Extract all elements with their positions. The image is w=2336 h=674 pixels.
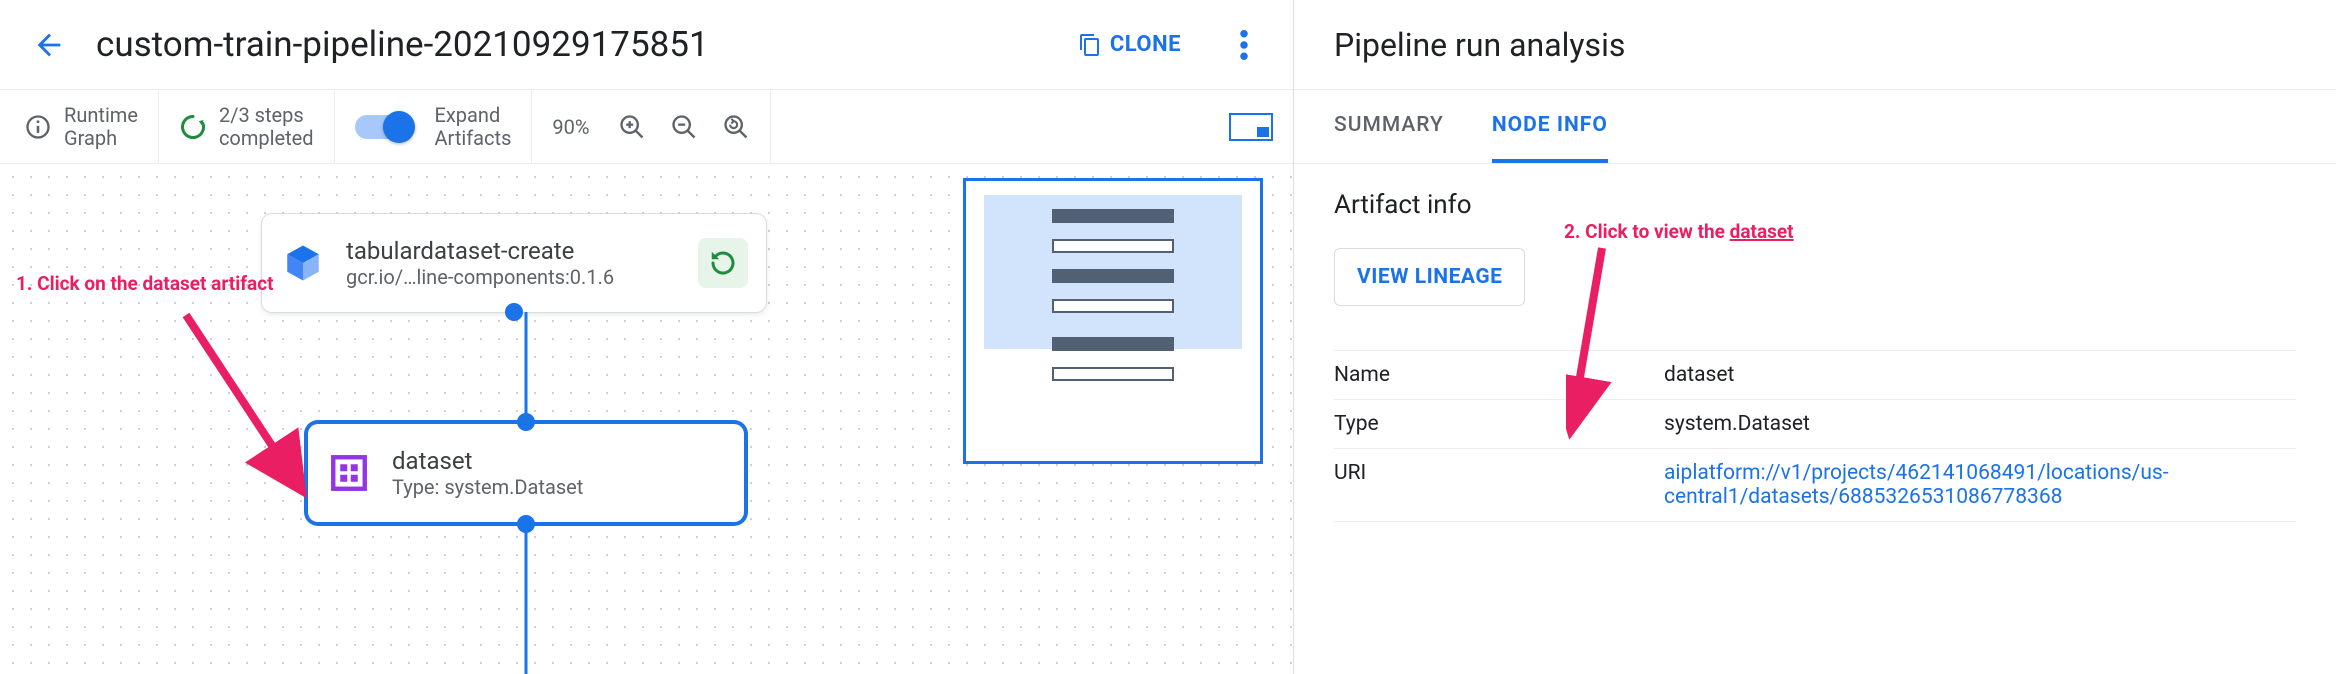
node-dataset-artifact[interactable]: dataset Type: system.Dataset	[308, 424, 744, 522]
minimap[interactable]	[963, 178, 1263, 464]
zoom-level: 90%	[552, 115, 589, 139]
table-row: Name dataset	[1334, 351, 2296, 400]
node-subtitle: gcr.io/…line-components:0.1.6	[346, 265, 614, 289]
minimap-node	[1052, 299, 1174, 313]
minimap-node	[1052, 367, 1174, 381]
clone-icon	[1078, 33, 1102, 57]
arrow-left-icon	[32, 28, 66, 62]
steps-l1: 2/3 steps	[219, 104, 314, 127]
switch-icon	[355, 115, 413, 139]
minimap-node	[1052, 209, 1174, 223]
more-vert-icon	[1240, 30, 1248, 60]
info-key: URI	[1334, 449, 1664, 522]
minimap-node	[1052, 269, 1174, 283]
uri-link[interactable]: aiplatform://v1/projects/462141068491/lo…	[1664, 461, 2169, 509]
minimap-node	[1052, 337, 1174, 351]
annotation-1: 1. Click on the dataset artifact	[16, 272, 274, 295]
runtime-graph-l1: Runtime	[64, 104, 138, 127]
info-key: Name	[1334, 351, 1664, 400]
zoom-out-button[interactable]	[670, 113, 698, 141]
view-lineage-button[interactable]: VIEW LINEAGE	[1334, 248, 1525, 306]
retry-icon	[698, 238, 748, 288]
analysis-title: Pipeline run analysis	[1294, 0, 2336, 90]
dataset-icon	[326, 450, 372, 496]
back-button[interactable]	[24, 20, 74, 70]
edge	[525, 312, 528, 424]
info-value: dataset	[1664, 351, 2296, 400]
zoom-reset-button[interactable]	[722, 113, 750, 141]
cube-icon	[280, 240, 326, 286]
info-value: aiplatform://v1/projects/462141068491/lo…	[1664, 449, 2296, 522]
runtime-graph-toggle[interactable]: Runtime Graph	[0, 90, 159, 163]
artifact-info-heading: Artifact info	[1334, 190, 2296, 220]
expand-l1: Expand	[435, 104, 512, 127]
info-icon	[24, 113, 52, 141]
input-port[interactable]	[517, 413, 535, 431]
expand-artifacts-toggle[interactable]: Expand Artifacts	[335, 90, 533, 163]
edge	[525, 522, 528, 674]
node-tabulardataset-create[interactable]: tabulardataset-create gcr.io/…line-compo…	[262, 214, 766, 312]
steps-l2: completed	[219, 127, 314, 150]
clone-label: CLONE	[1110, 32, 1181, 57]
annotation-2: 2. Click to view the dataset	[1564, 220, 1794, 243]
expand-l2: Artifacts	[435, 127, 512, 150]
node-title: tabulardataset-create	[346, 237, 614, 266]
pipeline-title: custom-train-pipeline-20210929175851	[96, 24, 1060, 65]
info-value: system.Dataset	[1664, 400, 2296, 449]
output-port[interactable]	[505, 303, 523, 321]
toggle-minimap-button[interactable]	[1229, 113, 1273, 141]
clone-button[interactable]: CLONE	[1060, 22, 1199, 67]
runtime-graph-l2: Graph	[64, 127, 138, 150]
table-row: Type system.Dataset	[1334, 400, 2296, 449]
progress-icon	[179, 113, 207, 141]
steps-status: 2/3 steps completed	[159, 90, 335, 163]
node-subtitle: Type: system.Dataset	[392, 475, 583, 499]
pipeline-canvas[interactable]: tabulardataset-create gcr.io/…line-compo…	[0, 164, 1293, 674]
tab-summary[interactable]: SUMMARY	[1334, 90, 1444, 163]
tab-node-info[interactable]: NODE INFO	[1492, 90, 1608, 163]
annotation-arrow-1	[180, 309, 320, 509]
node-title: dataset	[392, 447, 583, 476]
info-key: Type	[1334, 400, 1664, 449]
more-menu-button[interactable]	[1219, 20, 1269, 70]
artifact-info-table: Name dataset Type system.Dataset URI aip…	[1334, 350, 2296, 522]
minimap-node	[1052, 239, 1174, 253]
table-row: URI aiplatform://v1/projects/46214106849…	[1334, 449, 2296, 522]
zoom-in-button[interactable]	[618, 113, 646, 141]
